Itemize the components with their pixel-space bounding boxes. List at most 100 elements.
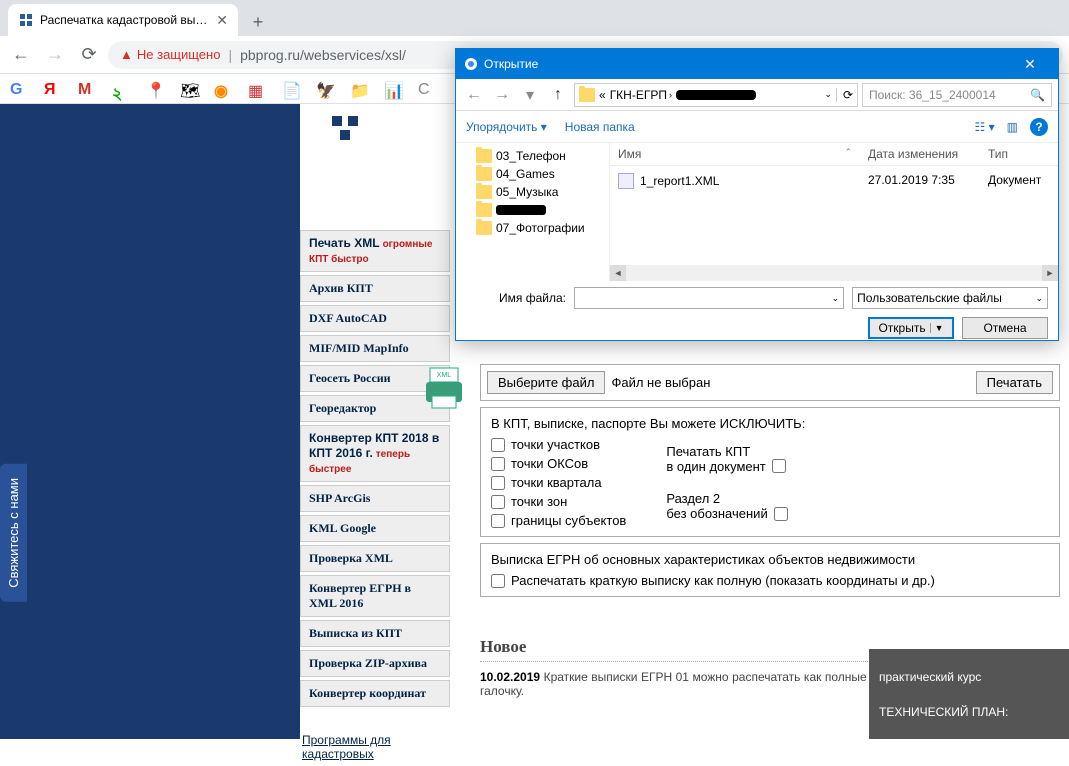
svg-text:XML: XML [437, 372, 452, 379]
file-list: Имя ⌃ Дата изменения Тип 1_report1.XML 2… [610, 143, 1058, 281]
dialog-back-button[interactable]: ← [462, 83, 486, 107]
dialog-recent-button[interactable]: ▾ [518, 83, 542, 107]
opt-section2-label: Раздел 2 [666, 491, 787, 506]
chk-zone-points[interactable]: точки зон [491, 494, 626, 509]
file-open-dialog: Открытие ✕ ← → ▾ ↑ « ГКН-ЕГРП › ⌄ ⟳ Поис… [455, 48, 1059, 341]
filename-input[interactable]: ⌄ [574, 287, 844, 309]
folder-icon [476, 167, 492, 181]
filename-label: Имя файла: [466, 291, 566, 305]
dialog-path-field[interactable]: « ГКН-ЕГРП › ⌄ ⟳ [574, 83, 858, 107]
chrome-icon [464, 57, 478, 71]
browser-tab[interactable]: Распечатка кадастровой выпис ✕ [8, 4, 238, 36]
view-mode-button[interactable]: ☷ ▾ [975, 120, 995, 134]
open-button[interactable]: Открыть▼ [868, 317, 954, 339]
col-date[interactable]: Дата изменения [860, 143, 980, 165]
col-type[interactable]: Тип [980, 143, 1058, 165]
exclude-title: В КПТ, выписке, паспорте Вы можете ИСКЛЮ… [491, 416, 1049, 431]
col-name[interactable]: Имя ⌃ [610, 143, 860, 165]
new-tab-button[interactable]: + [244, 8, 272, 36]
bookmark-google-icon[interactable]: G [10, 81, 26, 97]
print-button[interactable]: Печатать [976, 371, 1053, 394]
folder-icon [476, 221, 492, 235]
chk-one-doc[interactable]: в один документ [666, 459, 787, 474]
dialog-toolbar: Упорядочить ▾ Новая папка ☷ ▾ ▥ ? [456, 111, 1058, 143]
tab-title: Распечатка кадастровой выпис [40, 13, 210, 27]
bookmark-grid-icon[interactable]: ▦ [248, 81, 264, 97]
sidebar-link-programs[interactable]: Программы для кадастровых [300, 728, 450, 766]
sidebar-item-print-xml[interactable]: Печать XML огромные КПТ быстро [300, 230, 450, 272]
sidebar-item-check-xml[interactable]: Проверка XML [300, 545, 450, 572]
path-refresh-icon[interactable]: ⟳ [836, 88, 853, 102]
bookmark-pin-icon[interactable]: 📍 [146, 81, 162, 97]
feedback-tab[interactable]: Свяжитесь с нами [0, 464, 27, 602]
choose-file-button[interactable]: Выберите файл [487, 371, 605, 394]
printer-icon: XML [420, 364, 468, 412]
tree-item[interactable]: 03_Телефон [456, 147, 609, 165]
chk-oks-points[interactable]: точки ОКСов [491, 456, 626, 471]
dialog-forward-button[interactable]: → [490, 83, 514, 107]
cancel-button[interactable]: Отмена [962, 317, 1048, 339]
redacted-path [676, 90, 756, 100]
egrn-title: Выписка ЕГРН об основных характеристиках… [491, 552, 1049, 567]
no-file-label: Файл не выбран [611, 375, 710, 390]
sidebar-item-shp[interactable]: SHP ArcGis [300, 485, 450, 512]
sidebar: Печать XML огромные КПТ быстро Архив КПТ… [300, 230, 450, 766]
preview-pane-button[interactable]: ▥ [1007, 120, 1018, 134]
chk-block-points[interactable]: точки квартала [491, 475, 626, 490]
sidebar-item-converter-coord[interactable]: Конвертер координат [300, 680, 450, 707]
tab-bar: Распечатка кадастровой выпис ✕ + [0, 0, 1069, 36]
promo-banner[interactable]: практический курс ТЕХНИЧЕСКИЙ ПЛАН: [869, 649, 1069, 739]
bookmark-maps-icon[interactable]: 🗺 [180, 81, 196, 97]
bookmark-2gis-icon[interactable]: ২ [112, 81, 128, 97]
sidebar-item-mif[interactable]: MIF/MID MapInfo [300, 335, 450, 362]
tab-close-icon[interactable]: ✕ [216, 12, 228, 29]
toolbar-sort-button[interactable]: Упорядочить ▾ [466, 120, 547, 134]
scroll-left-button[interactable]: ◄ [610, 265, 626, 281]
filetype-select[interactable]: Пользовательские файлы⌄ [852, 287, 1048, 309]
sidebar-item-kml[interactable]: KML Google [300, 515, 450, 542]
bookmark-yandex-icon[interactable]: Я [44, 81, 60, 97]
help-button[interactable]: ? [1030, 118, 1048, 136]
sidebar-item-converter-kpt[interactable]: Конвертер КПТ 2018 в КПТ 2016 г. теперь … [300, 425, 450, 482]
tree-item[interactable]: 05_Музыка [456, 183, 609, 201]
redacted-folder [496, 205, 546, 215]
bookmark-ok-icon[interactable]: ◉ [214, 81, 230, 97]
tree-item[interactable]: 04_Games [456, 165, 609, 183]
dialog-title: Открытие [484, 57, 538, 71]
chk-subject-borders[interactable]: границы субъектов [491, 513, 626, 528]
bookmark-eagle-icon[interactable]: 🦅 [316, 81, 332, 97]
sidebar-item-archive[interactable]: Архив КПТ [300, 275, 450, 302]
path-segment[interactable]: ГКН-ЕГРП › [610, 88, 672, 102]
path-dropdown-icon[interactable]: ⌄ [824, 89, 832, 100]
sidebar-item-check-zip[interactable]: Проверка ZIP-архива [300, 650, 450, 677]
sidebar-item-extract-kpt[interactable]: Выписка из КПТ [300, 620, 450, 647]
nav-back-button[interactable]: ← [6, 40, 36, 70]
bookmark-c-icon[interactable]: C [418, 81, 434, 97]
dialog-close-button[interactable]: ✕ [1010, 49, 1050, 79]
bookmark-doc-icon[interactable]: 📄 [282, 81, 298, 97]
chk-full-extract[interactable]: Распечатать краткую выписку как полную (… [491, 573, 1049, 588]
file-row[interactable]: 1_report1.XML 27.01.2019 7:35 Документ [610, 166, 1058, 196]
scroll-right-button[interactable]: ► [1042, 265, 1058, 281]
tree-item[interactable] [456, 201, 609, 219]
chk-plot-points[interactable]: точки участков [491, 437, 626, 452]
bookmark-gmail-icon[interactable]: M [78, 81, 94, 97]
site-logo-icon [330, 114, 360, 144]
file-upload-bar: Выберите файл Файл не выбран Печатать [480, 364, 1060, 401]
url-separator: | [228, 47, 232, 63]
sidebar-item-converter-egrn[interactable]: Конвертер ЕГРН в XML 2016 [300, 575, 450, 617]
nav-reload-button[interactable]: ⟳ [74, 40, 104, 70]
bookmark-folder-icon[interactable]: 📁 [350, 81, 366, 97]
nav-forward-button[interactable]: → [40, 40, 70, 70]
search-icon: 🔍 [1030, 88, 1045, 102]
bookmark-chart-icon[interactable]: 📊 [384, 81, 400, 97]
dialog-search-field[interactable]: Поиск: 36_15_2400014 🔍 [862, 83, 1052, 107]
sidebar-item-dxf[interactable]: DXF AutoCAD [300, 305, 450, 332]
chk-no-marks[interactable]: без обозначений [666, 506, 787, 521]
folder-icon [476, 185, 492, 199]
dialog-up-button[interactable]: ↑ [546, 83, 570, 107]
horizontal-scrollbar[interactable]: ◄ ► [610, 265, 1058, 281]
toolbar-newfolder-button[interactable]: Новая папка [565, 120, 635, 134]
dialog-body: 03_Телефон 04_Games 05_Музыка 07_Фотогра… [456, 143, 1058, 281]
tree-item[interactable]: 07_Фотографии [456, 219, 609, 237]
